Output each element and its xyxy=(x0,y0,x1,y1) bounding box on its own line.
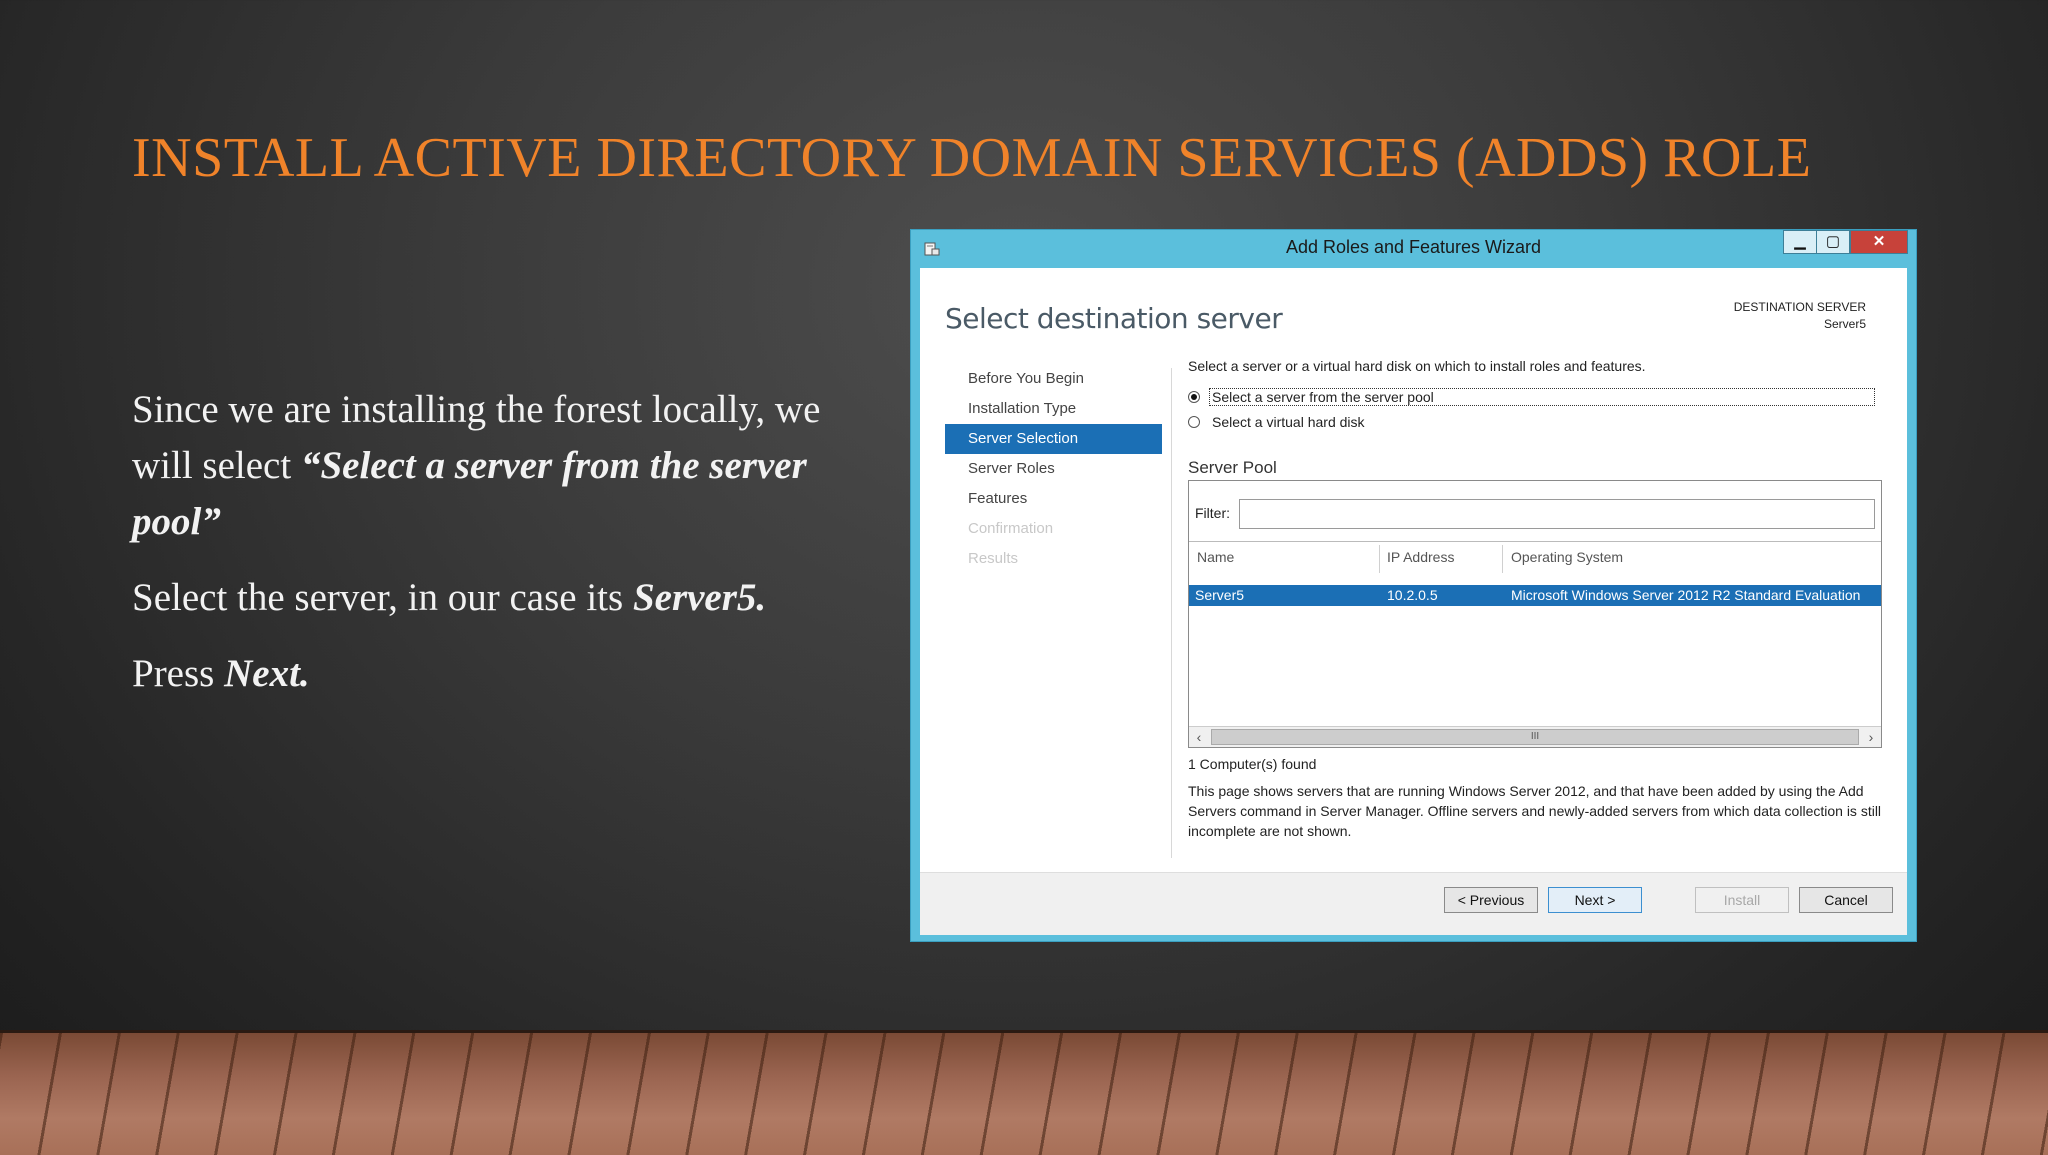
cell-operating-system: Microsoft Windows Server 2012 R2 Standar… xyxy=(1511,587,1861,603)
radio-virtual-hard-disk[interactable]: Select a virtual hard disk xyxy=(1188,411,1367,433)
column-divider[interactable] xyxy=(1379,545,1380,573)
nav-item-before-you-begin[interactable]: Before You Begin xyxy=(945,364,1162,394)
column-header-ip-address[interactable]: IP Address xyxy=(1387,549,1454,573)
install-button: Install xyxy=(1695,887,1789,913)
nav-item-server-roles[interactable]: Server Roles xyxy=(945,454,1162,484)
page-heading: Select destination server xyxy=(945,302,1283,335)
paragraph-press-next: Press Next. xyxy=(132,652,310,695)
computers-found-count: 1 Computer(s) found xyxy=(1188,756,1317,772)
horizontal-scrollbar[interactable]: ‹ III › xyxy=(1189,726,1881,747)
emphasis-server5: Server5. xyxy=(632,576,767,619)
scroll-thumb[interactable]: III xyxy=(1211,729,1859,745)
nav-divider xyxy=(1171,368,1172,858)
paragraph-select-server: Select the server, in our case its Serve… xyxy=(132,576,767,619)
wizard-nav: Before You Begin Installation Type Serve… xyxy=(945,364,1162,574)
radio-button-checked[interactable] xyxy=(1188,391,1200,403)
window-title: Add Roles and Features Wizard xyxy=(1285,237,1542,257)
slide-title: INSTALL ACTIVE DIRECTORY DOMAIN SERVICES… xyxy=(132,127,1812,189)
radio-server-pool-label[interactable]: Select a server from the server pool xyxy=(1209,388,1875,406)
instruction-text: Select a server or a virtual hard disk o… xyxy=(1188,358,1646,374)
nav-item-results: Results xyxy=(968,550,1019,567)
radio-virtual-hard-disk-label[interactable]: Select a virtual hard disk xyxy=(1210,414,1367,430)
server-pool-title: Server Pool xyxy=(1188,458,1277,477)
column-header-name[interactable]: Name xyxy=(1197,549,1234,573)
grid-separator xyxy=(1189,541,1881,542)
window-titlebar[interactable]: Add Roles and Features Wizard ▁ ▢ ✕ xyxy=(911,230,1916,268)
previous-button[interactable]: < Previous xyxy=(1444,887,1538,913)
description-text: This page shows servers that are running… xyxy=(1188,783,1882,839)
radio-button-unchecked[interactable] xyxy=(1188,416,1200,428)
nav-item-features[interactable]: Features xyxy=(945,484,1162,514)
scroll-right-icon[interactable]: › xyxy=(1861,727,1881,747)
nav-item-server-selection[interactable]: Server Selection xyxy=(945,424,1162,454)
filter-input[interactable] xyxy=(1239,499,1875,529)
slide-body: Since we are installing the forest local… xyxy=(132,382,872,722)
wood-floor-decoration xyxy=(0,1030,2048,1155)
radio-dot xyxy=(1191,394,1197,400)
paragraph-select-pool: Since we are installing the forest local… xyxy=(132,388,821,543)
filter-label: Filter: xyxy=(1195,505,1230,521)
server-pool-box: Filter: Name IP Address Operating System… xyxy=(1188,480,1882,748)
next-button[interactable]: Next > xyxy=(1548,887,1642,913)
destination-server-label: DESTINATION SERVER Server5 xyxy=(1733,300,1866,331)
close-button[interactable]: ✕ xyxy=(1850,230,1908,254)
minimize-button[interactable]: ▁ xyxy=(1783,230,1817,254)
column-divider[interactable] xyxy=(1502,545,1503,573)
wizard-footer: < Previous Next > Install Cancel xyxy=(920,872,1907,935)
cell-name: Server5 xyxy=(1195,587,1245,603)
column-header-operating-system[interactable]: Operating System xyxy=(1511,549,1623,573)
wizard-client-area: Select destination server DESTINATION SE… xyxy=(920,268,1907,935)
wizard-window: Add Roles and Features Wizard ▁ ▢ ✕ Sele… xyxy=(910,229,1917,942)
radio-server-pool[interactable]: Select a server from the server pool xyxy=(1188,386,1875,408)
destination-server-name: Server5 xyxy=(1823,317,1866,331)
scroll-left-icon[interactable]: ‹ xyxy=(1189,727,1209,747)
maximize-button[interactable]: ▢ xyxy=(1816,230,1850,254)
nav-item-confirmation: Confirmation xyxy=(968,520,1054,537)
nav-item-installation-type[interactable]: Installation Type xyxy=(945,394,1162,424)
cell-ip-address: 10.2.0.5 xyxy=(1387,587,1438,603)
table-row[interactable]: Server5 10.2.0.5 Microsoft Windows Serve… xyxy=(1189,585,1881,606)
cancel-button[interactable]: Cancel xyxy=(1799,887,1893,913)
emphasis-next: Next. xyxy=(224,652,310,695)
